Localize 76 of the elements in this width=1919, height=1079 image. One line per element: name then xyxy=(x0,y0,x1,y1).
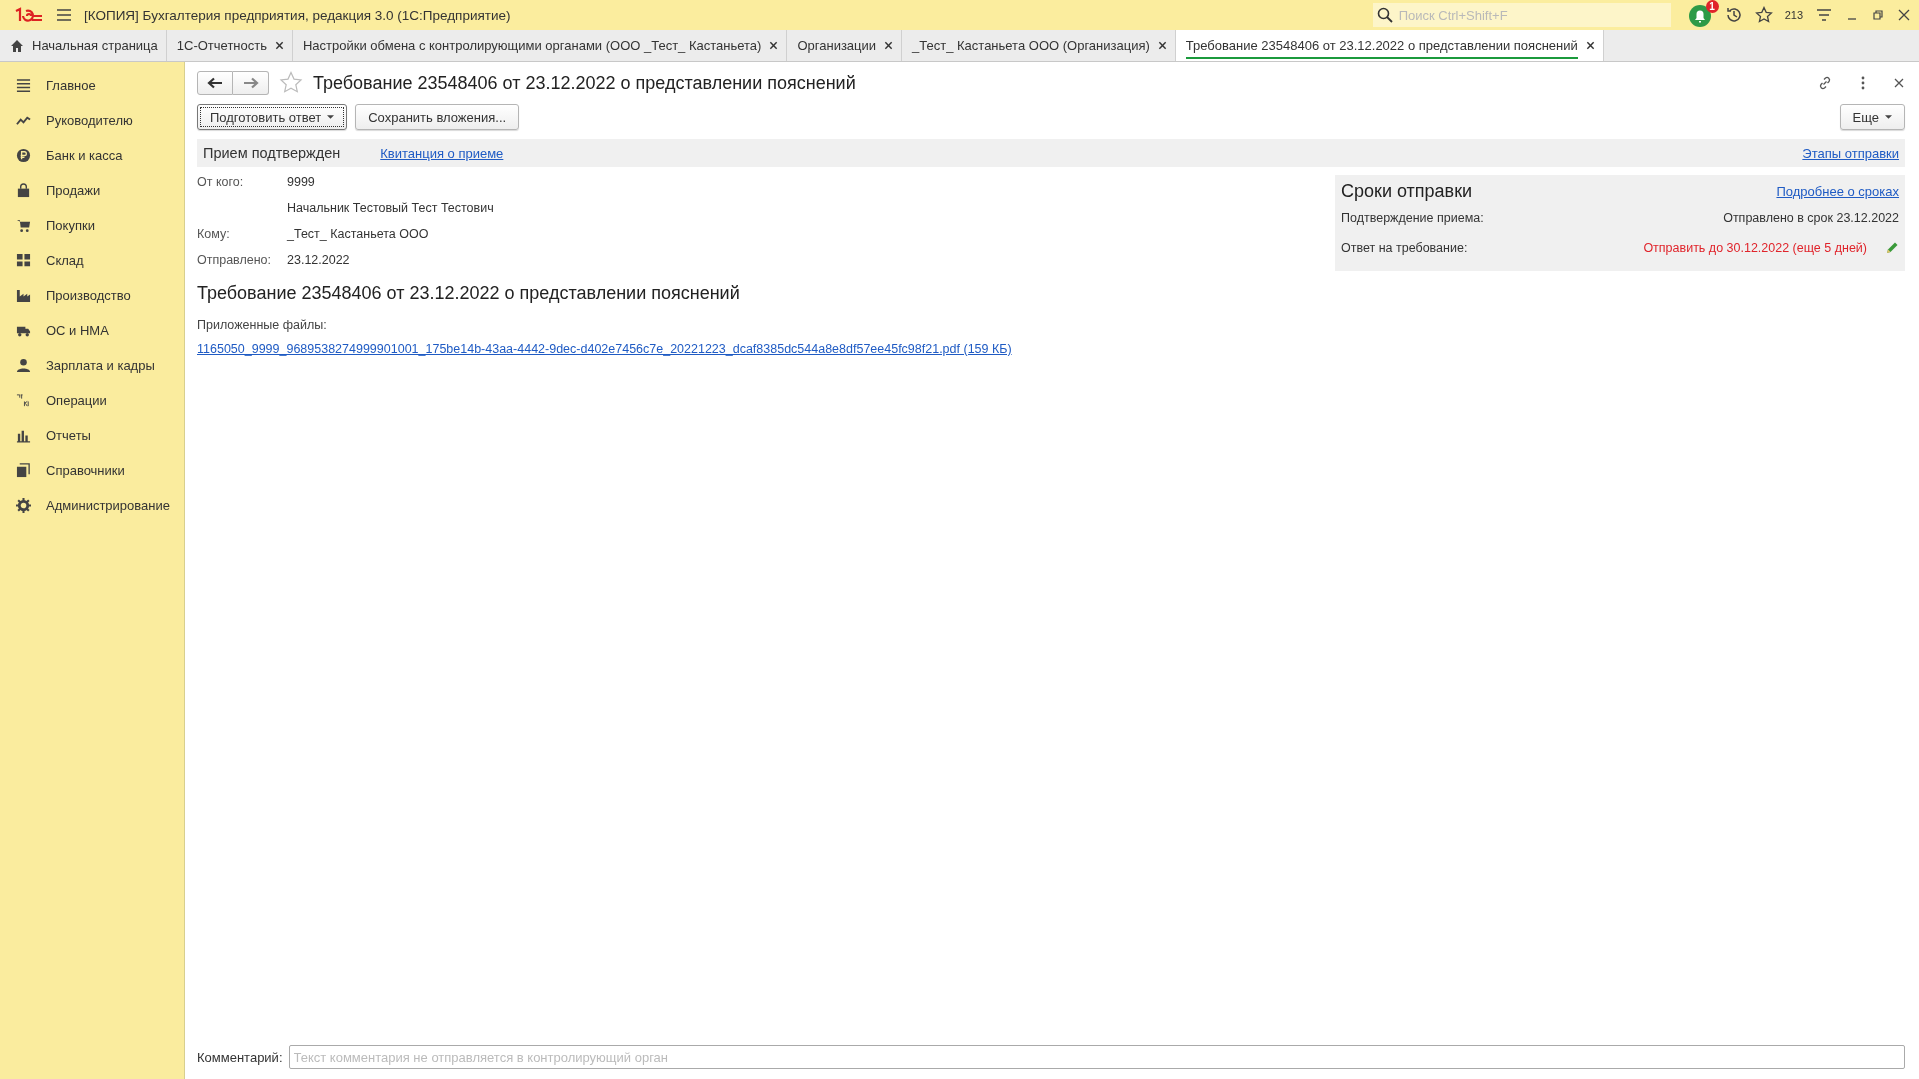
deadline-label: Подтверждение приема: xyxy=(1341,211,1484,225)
attachment-link[interactable]: 1165050_9999_9689538274999901001_175be14b-43aa-4442-9dec-d402e7456c7e_20221223_dcaf8385dc544a8e8df57ee45fc98f21.pdf (159 КБ) xyxy=(197,342,1012,356)
deadline-label: Ответ на требование: xyxy=(1341,241,1468,255)
command-button[interactable]: Подготовить ответ xyxy=(197,104,348,130)
field-label: Кому: xyxy=(197,227,231,241)
sidebar-item[interactable]: Продажи xyxy=(0,173,184,208)
caret-icon xyxy=(1885,115,1892,119)
coin-icon xyxy=(16,148,31,163)
bar-chart-icon xyxy=(16,428,31,443)
field-value: _Тест_ Кастаньета ООО xyxy=(287,227,429,241)
receipt-link[interactable]: Квитанция о приеме xyxy=(380,145,504,161)
close-icon[interactable] xyxy=(1897,8,1911,22)
sidebar-item[interactable]: Производство xyxy=(0,278,184,313)
stages-link[interactable]: Этапы отправки xyxy=(1802,145,1899,161)
sidebar-item[interactable]: Зарплата и кадры xyxy=(0,348,184,383)
deadline-value: Отправить до 30.12.2022 (еще 5 дней) xyxy=(1643,241,1867,255)
sidebar-item[interactable]: Справочники xyxy=(0,453,184,488)
caret-icon xyxy=(327,115,335,119)
logo-icon[interactable] xyxy=(14,7,44,23)
person-icon xyxy=(16,358,31,373)
sidebar-item[interactable]: Покупки xyxy=(0,208,184,243)
filter-icon[interactable] xyxy=(1815,6,1833,24)
more-button[interactable]: Еще xyxy=(1839,104,1905,130)
field-value: 9999 xyxy=(287,175,316,189)
close-icon[interactable] xyxy=(1893,77,1905,89)
pencil-icon[interactable] xyxy=(1885,241,1899,255)
sidebar-item[interactable]: Руководителю xyxy=(0,103,184,138)
details-link[interactable]: Подробнее о сроках xyxy=(1776,183,1899,199)
field-value: Начальник Тестовый Тест Тестович xyxy=(287,201,494,215)
link-icon[interactable] xyxy=(1817,75,1833,91)
settings-icon xyxy=(16,498,31,513)
back-arrow-icon xyxy=(207,77,223,89)
window-title: [КОПИЯ] Бухгалтерия предприятия, редакция 3.0 (1С:Предприятие) xyxy=(84,7,512,23)
bag-icon xyxy=(16,183,31,198)
comment-field[interactable]: Текст комментария не отправляется в контролирующий орган xyxy=(288,1045,1905,1069)
sidebar-item[interactable]: Администрирование xyxy=(0,488,184,523)
close-icon[interactable] xyxy=(884,41,894,50)
field-label: Отправлено: xyxy=(197,253,273,267)
panel-title: Сроки отправки xyxy=(1341,180,1473,202)
command-button[interactable]: Сохранить вложения... xyxy=(355,104,520,130)
deadline-value: Отправлено в срок 23.12.2022 xyxy=(1723,211,1899,225)
star-icon[interactable] xyxy=(279,71,303,95)
menu-icon[interactable] xyxy=(56,7,72,23)
forward-arrow-icon xyxy=(242,77,259,89)
field-label: От кого: xyxy=(197,175,245,191)
debit-credit-icon xyxy=(16,393,31,408)
form-title: Требование 23548406 от 23.12.2022 о представлении пояснений xyxy=(313,72,856,94)
bell-icon[interactable] xyxy=(1688,5,1711,27)
back-button[interactable] xyxy=(197,71,233,95)
sidebar-item[interactable]: ОС и НМА xyxy=(0,313,184,348)
sidebar-item[interactable]: Банк и касса xyxy=(0,138,184,173)
field-value: 23.12.2022 xyxy=(287,253,350,267)
tab[interactable]: Требование 23548406 от 23.12.2022 о представлении пояснений xyxy=(1175,30,1604,61)
star-icon[interactable] xyxy=(1754,6,1773,24)
history-icon[interactable] xyxy=(1724,6,1743,24)
close-icon[interactable] xyxy=(1585,41,1595,50)
factory-icon xyxy=(16,288,31,303)
search-icon xyxy=(1376,7,1393,23)
document-heading: Требование 23548406 от 23.12.2022 о представлении пояснений xyxy=(197,283,741,304)
status-text: Прием подтвержден xyxy=(203,145,341,161)
cart-icon xyxy=(16,218,31,233)
restore-icon[interactable] xyxy=(1871,8,1885,22)
sidebar-item[interactable]: Операции xyxy=(0,383,184,418)
menu-icon xyxy=(16,78,31,93)
sidebar-item[interactable]: Главное xyxy=(0,68,184,103)
close-icon[interactable] xyxy=(769,41,779,50)
comment-label: Комментарий: xyxy=(197,1049,283,1065)
close-icon[interactable] xyxy=(1157,41,1167,50)
grid-icon xyxy=(16,253,31,268)
sidebar-item[interactable]: Склад xyxy=(0,243,184,278)
attachments-label: Приложенные файлы: xyxy=(197,318,328,332)
books-icon xyxy=(16,463,31,478)
favorites-count: 213 xyxy=(1784,9,1803,21)
home-icon xyxy=(10,38,24,53)
sidebar-item[interactable]: Отчеты xyxy=(0,418,184,453)
close-icon[interactable] xyxy=(275,41,284,50)
